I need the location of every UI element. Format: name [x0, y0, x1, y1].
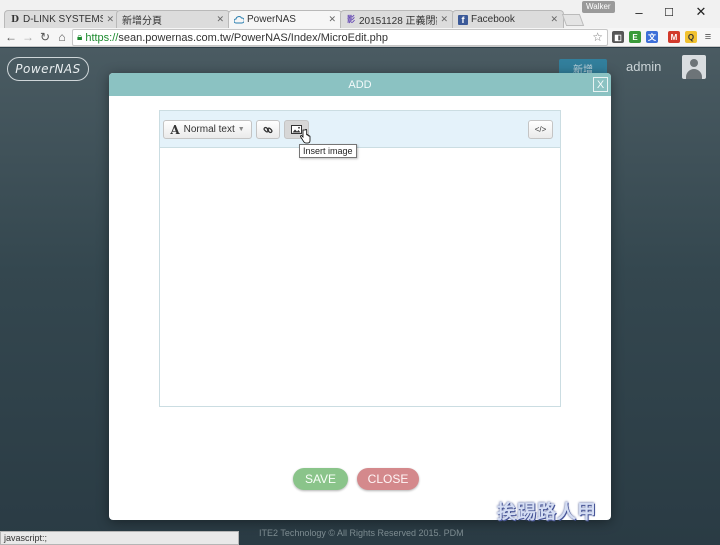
extension-icon[interactable]: ◧ — [612, 31, 624, 43]
video-favicon-icon: 影 — [347, 15, 355, 24]
user-icon — [690, 59, 698, 67]
close-button[interactable]: CLOSE — [357, 468, 419, 490]
rich-text-editor: A Normal text ▼ </> — [159, 110, 561, 407]
url-path: sean.powernas.com.tw/PowerNAS/Index/Micr… — [118, 31, 388, 44]
username[interactable]: admin — [626, 59, 661, 74]
evernote-icon[interactable]: E — [629, 31, 641, 43]
tab-title: 新增分頁 — [122, 16, 162, 27]
text-style-dropdown[interactable]: A Normal text ▼ — [163, 120, 252, 139]
close-tab-icon[interactable]: ✕ — [328, 14, 336, 25]
close-window-button[interactable]: ✕ — [686, 2, 716, 22]
tab-facebook[interactable]: f Facebook ✕ — [452, 10, 564, 28]
translate-icon[interactable]: 文 — [646, 31, 658, 43]
minimize-button[interactable]: – — [624, 2, 654, 22]
tab-title: PowerNAS — [247, 14, 296, 25]
facebook-favicon-icon: f — [458, 14, 468, 25]
tab-powernas[interactable]: PowerNAS ✕ — [228, 10, 342, 28]
forward-icon[interactable]: → — [21, 29, 35, 45]
cloud-favicon-icon — [234, 15, 244, 25]
editor-content-area[interactable] — [160, 149, 560, 406]
add-modal: ADD X A Normal text ▼ </> Insert image S… — [109, 73, 611, 520]
browser-tab-strip: D D-LINK SYSTEMS, I ✕ 新增分頁 ✕ PowerNAS ✕ … — [0, 0, 720, 28]
caret-down-icon: ▼ — [237, 126, 245, 133]
save-button[interactable]: SAVE — [293, 468, 348, 490]
avatar[interactable] — [682, 55, 706, 79]
browser-status-bar: javascript:; — [0, 531, 239, 545]
lock-icon: 🔒︎ — [77, 32, 83, 43]
insert-link-button[interactable] — [256, 120, 280, 139]
reload-icon[interactable]: ↻ — [38, 29, 52, 45]
menu-icon[interactable]: ≡ — [702, 31, 714, 43]
tab-title: D-LINK SYSTEMS, I — [23, 14, 103, 25]
footer-copyright: ITE2 Technology © All Rights Reserved 20… — [259, 528, 464, 538]
powernas-logo[interactable]: PowerNAS — [7, 57, 89, 81]
user-icon-body — [686, 69, 702, 79]
tab-dlink[interactable]: D D-LINK SYSTEMS, I ✕ — [4, 10, 120, 28]
link-icon — [263, 126, 273, 133]
bookmark-star-icon[interactable]: ☆ — [592, 30, 603, 44]
insert-image-tooltip: Insert image — [299, 144, 357, 158]
tab-new-tab[interactable]: 新增分頁 ✕ — [116, 10, 230, 28]
browser-toolbar: ← → ↻ ⌂ 🔒︎ https://sean.powernas.com.tw/… — [0, 28, 720, 47]
tab-title: Facebook — [471, 14, 515, 25]
maximize-button[interactable]: ☐ — [654, 2, 684, 22]
home-icon[interactable]: ⌂ — [55, 29, 69, 45]
close-tab-icon[interactable]: ✕ — [216, 14, 224, 25]
search-extension-icon[interactable]: Q — [685, 31, 697, 43]
close-tab-icon[interactable]: ✕ — [106, 14, 114, 25]
editor-toolbar: A Normal text ▼ </> — [160, 111, 560, 148]
profile-badge[interactable]: Walker — [582, 1, 615, 13]
dlink-favicon: D — [11, 14, 19, 25]
url-scheme: https:// — [85, 31, 119, 44]
modal-title: ADD — [348, 78, 372, 91]
tab-video[interactable]: 影 20151128 正義閉鈔 ✕ — [340, 10, 454, 28]
back-icon[interactable]: ← — [4, 29, 18, 45]
new-tab-button[interactable] — [561, 14, 585, 26]
gmail-icon[interactable]: M — [668, 31, 680, 43]
font-icon: A — [170, 122, 180, 137]
tab-title: 20151128 正義閉鈔 — [359, 16, 438, 27]
close-tab-icon[interactable]: ✕ — [440, 14, 448, 25]
address-bar[interactable]: 🔒︎ https://sean.powernas.com.tw/PowerNAS… — [72, 29, 608, 46]
watermark: 挨踢路人甲 — [497, 502, 598, 523]
hand-cursor-icon — [300, 129, 311, 144]
close-tab-icon[interactable]: ✕ — [550, 14, 558, 25]
source-code-button[interactable]: </> — [528, 120, 553, 139]
text-style-label: Normal text — [183, 124, 235, 135]
modal-header: ADD X — [109, 73, 611, 96]
modal-close-icon[interactable]: X — [593, 77, 608, 92]
